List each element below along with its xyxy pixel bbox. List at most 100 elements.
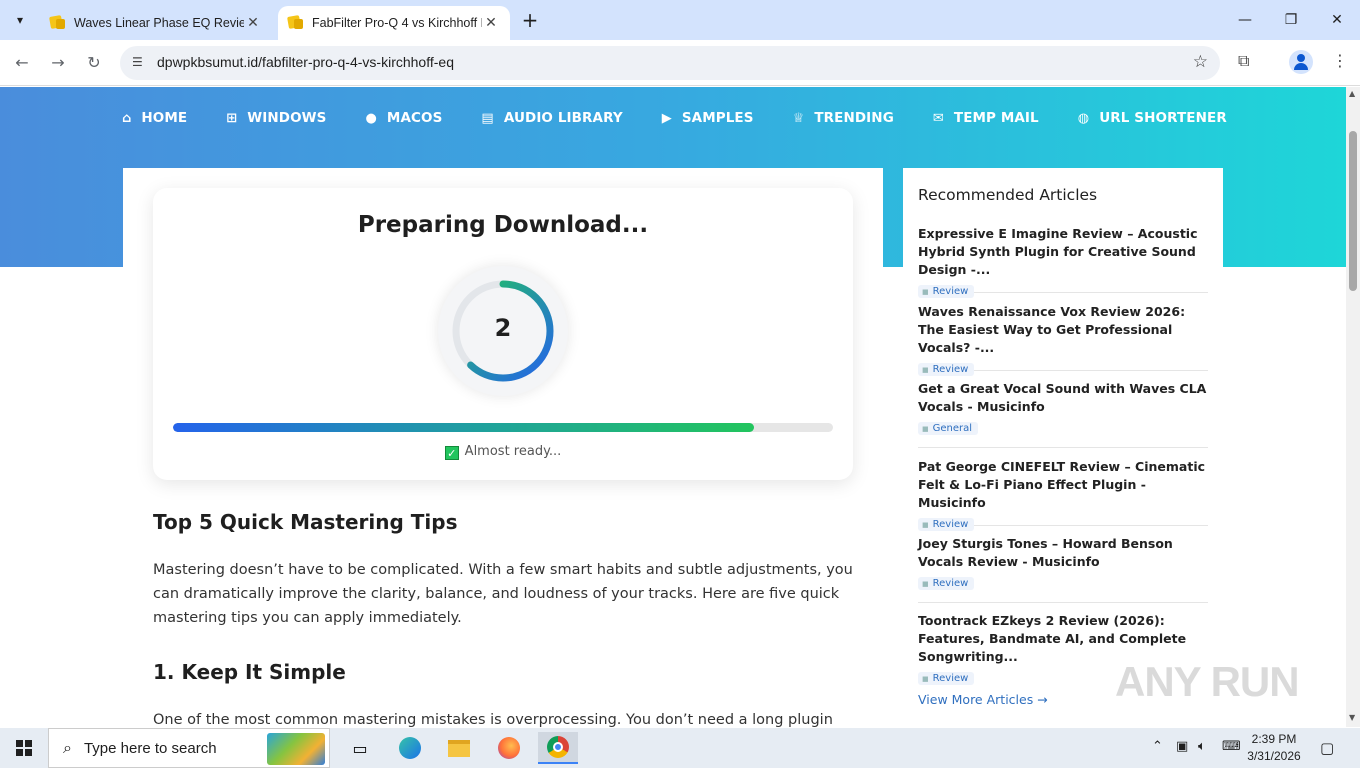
article-title[interactable]: Get a Great Vocal Sound with Waves CLA V… (918, 380, 1208, 416)
download-status: ✓ Almost ready... (153, 444, 853, 460)
audio-file-icon: ▤ (481, 110, 494, 126)
task-view-icon[interactable]: ▭ (340, 732, 380, 764)
tag-label: Review (932, 673, 969, 684)
article-tag: ■ General (918, 422, 979, 435)
browser-tab-bar: ▾ Waves Linear Phase EQ Review ✕ FabFilt… (0, 0, 1360, 40)
search-highlight-image (267, 733, 325, 765)
url-text[interactable]: dpwpkbsumut.id/fabfilter-pro-q-4-vs-kirc… (157, 54, 454, 70)
tag-label: General (932, 423, 973, 434)
back-button[interactable]: ← (8, 49, 36, 77)
tip-heading: 1. Keep It Simple (153, 660, 346, 684)
reload-button[interactable]: ↻ (80, 49, 108, 77)
view-more-link[interactable]: View More Articles → (918, 692, 1048, 707)
nav-item-temp-mail[interactable]: ✉ TEMP MAIL (933, 110, 1039, 126)
article-tag: ■ Review (918, 518, 975, 531)
article-item[interactable]: Waves Renaissance Vox Review 2026: The E… (918, 303, 1208, 376)
tab-close-icon[interactable]: ✕ (244, 15, 262, 31)
nav-item-url-shortener[interactable]: ◍ URL SHORTENER (1078, 110, 1227, 126)
nav-label: WINDOWS (247, 110, 327, 126)
page-scrollbar[interactable]: ▲ ▼ (1346, 87, 1360, 727)
nav-item-trending[interactable]: ♕ TRENDING (793, 110, 894, 126)
download-panel: Preparing Download... 2 ✓ Almost ready..… (153, 188, 853, 480)
main-content: Preparing Download... 2 ✓ Almost ready..… (123, 168, 883, 727)
checkmark-icon: ✓ (444, 446, 459, 460)
scroll-down-arrow-icon[interactable]: ▼ (1349, 713, 1355, 722)
new-tab-button[interactable]: + (518, 9, 542, 33)
scroll-up-arrow-icon[interactable]: ▲ (1349, 89, 1355, 98)
system-clock[interactable]: 2:39 PM 3/31/2026 (1234, 731, 1314, 765)
tag-label: Review (932, 286, 969, 297)
browser-toolbar: ← → ↻ ☰ dpwpkbsumut.id/fabfilter-pro-q-4… (0, 40, 1360, 86)
progress-bar-fill (173, 423, 754, 432)
countdown-number: 2 (494, 314, 512, 342)
site-nav: ⌂ HOME ⊞ WINDOWS ● MACOS ▤ AUDIO LIBRARY ▶ SA… (122, 110, 1266, 126)
tag-icon: ■ (922, 366, 929, 374)
article-title[interactable]: Waves Renaissance Vox Review 2026: The E… (918, 303, 1208, 357)
volume-icon[interactable]: 🔈︎ (1198, 739, 1206, 754)
profile-avatar[interactable] (1289, 50, 1313, 74)
trophy-icon: ♕ (792, 110, 805, 126)
section-heading: Top 5 Quick Mastering Tips (153, 510, 458, 534)
globe-icon: ◍ (1077, 110, 1090, 126)
nav-label: MACOS (386, 110, 443, 126)
close-window-button[interactable]: ✕ (1314, 8, 1360, 32)
browser-tab[interactable]: Waves Linear Phase EQ Review ✕ (40, 6, 272, 40)
notification-icon[interactable]: ▢ (1320, 739, 1334, 757)
article-item[interactable]: Joey Sturgis Tones – Howard Benson Vocal… (918, 535, 1208, 603)
article-title[interactable]: Expressive E Imagine Review – Acoustic H… (918, 225, 1208, 279)
menu-icon[interactable]: ⋮ (1332, 51, 1348, 70)
edge-icon[interactable] (390, 732, 430, 764)
nav-item-samples[interactable]: ▶ SAMPLES (662, 110, 754, 126)
article-tag: ■ Review (918, 672, 975, 685)
nav-item-macos[interactable]: ● MACOS (365, 110, 442, 126)
bookmark-star-icon[interactable]: ☆ (1193, 52, 1208, 72)
nav-item-audio-library[interactable]: ▤ AUDIO LIBRARY (481, 110, 622, 126)
nav-label: AUDIO LIBRARY (503, 110, 623, 126)
file-explorer-icon[interactable] (439, 732, 479, 764)
windows-icon: ⊞ (226, 110, 238, 126)
article-title[interactable]: Pat George CINEFELT Review – Cinematic F… (918, 458, 1208, 512)
nav-item-home[interactable]: ⌂ HOME (122, 110, 187, 126)
tag-label: Review (932, 519, 969, 530)
search-icon: ⌕ (63, 738, 72, 757)
taskbar-search[interactable]: ⌕ Type here to search (48, 728, 330, 768)
article-item[interactable]: Expressive E Imagine Review – Acoustic H… (918, 225, 1208, 298)
article-title[interactable]: Joey Sturgis Tones – Howard Benson Vocal… (918, 535, 1208, 571)
home-icon: ⌂ (122, 110, 132, 126)
forward-button[interactable]: → (44, 49, 72, 77)
browser-tab-active[interactable]: FabFilter Pro-Q 4 vs Kirchhoff E ✕ (278, 6, 510, 40)
site-info-icon[interactable]: ☰ (132, 55, 148, 71)
download-title: Preparing Download... (357, 212, 649, 238)
maximize-button[interactable]: ❐ (1268, 8, 1314, 32)
windows-logo-icon (16, 740, 32, 756)
nav-label: URL SHORTENER (1099, 110, 1227, 126)
article-item[interactable]: Pat George CINEFELT Review – Cinematic F… (918, 458, 1208, 531)
address-bar[interactable]: ☰ dpwpkbsumut.id/fabfilter-pro-q-4-vs-ki… (120, 46, 1220, 80)
apple-icon: ● (365, 110, 377, 126)
firefox-icon[interactable] (489, 732, 529, 764)
nav-label: SAMPLES (681, 110, 754, 126)
tab-title: FabFilter Pro-Q 4 vs Kirchhoff E (312, 16, 482, 30)
windows-taskbar: ⌕ Type here to search ▭ ⌃ ▣ 🔈︎ ⌨ 2:39 PM… (0, 728, 1360, 768)
nav-label: TRENDING (814, 110, 894, 126)
network-icon[interactable]: ▣ (1176, 739, 1188, 754)
tab-close-icon[interactable]: ✕ (482, 15, 500, 31)
scrollbar-thumb[interactable] (1349, 131, 1357, 291)
countdown-ring: 2 (438, 266, 568, 396)
nav-item-windows[interactable]: ⊞ WINDOWS (226, 110, 326, 126)
tab-search-button[interactable]: ▾ (6, 6, 34, 34)
nav-label: TEMP MAIL (953, 110, 1039, 126)
article-tag: ■ Review (918, 577, 975, 590)
chrome-icon[interactable] (538, 732, 578, 764)
start-button[interactable] (0, 728, 48, 768)
article-item[interactable]: Get a Great Vocal Sound with Waves CLA V… (918, 380, 1208, 448)
extensions-icon[interactable]: ⧉ (1238, 51, 1249, 71)
recommended-sidebar: Recommended Articles Expressive E Imagin… (903, 168, 1223, 727)
tray-chevron-icon[interactable]: ⌃ (1152, 739, 1163, 754)
minimize-button[interactable]: — (1222, 8, 1268, 32)
status-text: Almost ready... (464, 444, 562, 459)
tab-title: Waves Linear Phase EQ Review (74, 16, 244, 30)
tag-icon: ■ (922, 675, 929, 683)
tag-icon: ■ (922, 580, 929, 588)
tag-label: Review (932, 578, 969, 589)
